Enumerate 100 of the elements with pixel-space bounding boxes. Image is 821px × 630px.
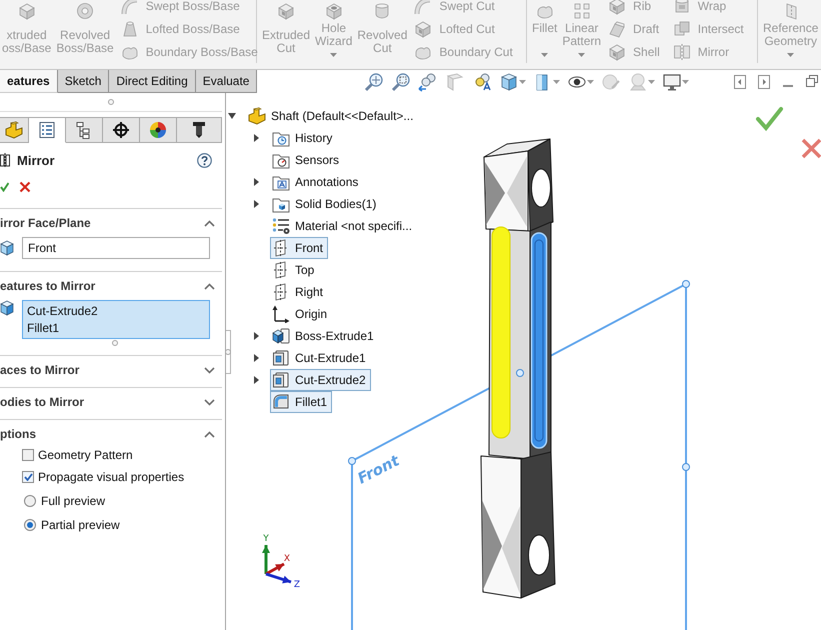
plane-handle[interactable] xyxy=(348,457,356,465)
rounded-block-icon xyxy=(272,393,290,411)
list-item[interactable]: Fillet1 xyxy=(27,320,205,337)
tree-item[interactable]: Cut-Extrude1 xyxy=(270,347,371,369)
radio-label[interactable]: Full preview xyxy=(41,494,106,508)
caret-right-icon[interactable] xyxy=(254,134,258,142)
panel-tab[interactable] xyxy=(177,117,222,143)
axis-label: Y xyxy=(263,534,269,544)
chevron-up-icon[interactable] xyxy=(204,282,215,290)
tree-item[interactable]: Cut-Extrude2 xyxy=(270,369,371,391)
mirrored-halves-icon xyxy=(672,42,691,61)
list-icon xyxy=(38,121,56,139)
list-gear-icon xyxy=(272,217,290,235)
tapered-block-icon xyxy=(120,20,139,38)
help-icon[interactable] xyxy=(197,152,212,168)
panel-right-icon[interactable] xyxy=(758,74,770,88)
tab[interactable]: Direct Editing xyxy=(109,70,196,93)
tree-item[interactable]: Right xyxy=(270,281,328,303)
section-title: eatures to Mirror xyxy=(0,279,96,293)
curved-tube-icon xyxy=(414,0,432,16)
tree-item[interactable]: Boss-Extrude1 xyxy=(270,325,379,347)
tool-bit-icon xyxy=(190,121,208,139)
grip-dot-icon xyxy=(108,99,114,105)
tree-item[interactable]: Top xyxy=(270,259,320,281)
magnifier-icon[interactable] xyxy=(364,72,384,92)
chevron-down-icon[interactable] xyxy=(204,398,215,406)
tree-item[interactable]: Material <not specifi... xyxy=(270,215,418,237)
chevron-up-icon[interactable] xyxy=(204,220,215,226)
crosshair-icon xyxy=(112,121,130,139)
panel-left-icon[interactable] xyxy=(734,74,746,88)
tree-item[interactable]: History xyxy=(270,127,338,149)
tree-item[interactable]: Annotations xyxy=(270,171,364,193)
color-wheel-icon xyxy=(149,121,167,139)
axis-label: X xyxy=(284,554,290,564)
panel-tab[interactable] xyxy=(140,117,177,143)
tree-item[interactable]: Shaft (Default<<Default>... xyxy=(246,105,418,127)
panel-tab[interactable] xyxy=(66,117,103,143)
close-icon[interactable] xyxy=(19,181,31,193)
caret-icon[interactable] xyxy=(682,80,689,84)
binoculars-icon[interactable] xyxy=(418,72,438,92)
wedge-icon xyxy=(608,20,626,38)
caret-right-icon[interactable] xyxy=(254,354,258,362)
hollow-block-icon xyxy=(272,349,290,367)
tab[interactable]: Evaluate xyxy=(196,70,258,93)
tab[interactable]: Sketch xyxy=(58,70,110,93)
radio-label[interactable]: Partial preview xyxy=(41,518,120,532)
caret-right-icon[interactable] xyxy=(254,376,258,384)
input-field[interactable]: Front xyxy=(22,237,210,259)
plane-handle[interactable] xyxy=(682,280,690,288)
plane-handle[interactable] xyxy=(516,369,524,377)
hollow-box-icon xyxy=(414,20,432,38)
caret-icon[interactable] xyxy=(587,80,594,84)
caret-down-icon[interactable] xyxy=(228,113,236,119)
tree-item[interactable]: Origin xyxy=(270,303,332,325)
check-icon[interactable] xyxy=(0,182,9,192)
monitor-icon[interactable] xyxy=(662,72,682,92)
caret-right-icon[interactable] xyxy=(254,178,258,186)
radio-button[interactable] xyxy=(24,519,36,531)
tree-item[interactable]: Sensors xyxy=(270,149,344,171)
check-icon[interactable] xyxy=(756,107,783,132)
magnifier-icon[interactable] xyxy=(391,72,411,92)
plane-handle[interactable] xyxy=(682,463,690,471)
section-title: aces to Mirror xyxy=(0,363,80,377)
caret-icon[interactable] xyxy=(553,80,560,84)
caret-icon[interactable] xyxy=(519,80,526,84)
grip-dot-icon xyxy=(112,340,118,346)
chevron-up-icon[interactable] xyxy=(204,430,215,438)
tree-item[interactable]: Front xyxy=(270,237,328,259)
tab[interactable]: eatures xyxy=(0,70,58,93)
panel-tab[interactable] xyxy=(29,117,66,143)
caret-right-icon[interactable] xyxy=(254,332,258,340)
section-title: ptions xyxy=(0,427,36,441)
close-icon[interactable] xyxy=(801,138,821,159)
list-item[interactable]: Cut-Extrude2 xyxy=(27,303,205,320)
selection-list[interactable]: Cut-Extrude2 Fillet1 xyxy=(22,300,210,339)
curved-tube-icon xyxy=(120,0,139,16)
caret-icon[interactable] xyxy=(648,80,655,84)
cube-icon xyxy=(0,240,14,256)
radio-button[interactable] xyxy=(24,495,36,507)
block-icon xyxy=(5,121,23,139)
chevron-down-icon[interactable] xyxy=(204,366,215,374)
checkbox[interactable] xyxy=(22,471,34,483)
block-icon xyxy=(248,107,266,125)
panel-tab[interactable] xyxy=(103,117,140,143)
cube-icon xyxy=(272,327,290,345)
tree-item[interactable]: Fillet1 xyxy=(270,391,332,413)
hollow-block-icon xyxy=(272,371,290,389)
axes-icon xyxy=(272,305,290,323)
cube-icon[interactable] xyxy=(499,72,519,92)
section-title: odies to Mirror xyxy=(0,395,84,409)
splitter-handle[interactable] xyxy=(226,330,231,374)
checkmark-icon xyxy=(24,473,32,481)
checkbox-label[interactable]: Propagate visual properties xyxy=(38,470,184,484)
caret-right-icon[interactable] xyxy=(254,200,258,208)
hollow-box-icon xyxy=(608,42,626,61)
restore-icon[interactable] xyxy=(806,74,818,88)
checkbox[interactable] xyxy=(22,449,34,461)
checkbox-label[interactable]: Geometry Pattern xyxy=(38,448,133,462)
tree-item[interactable]: Solid Bodies(1) xyxy=(270,193,382,215)
panel-title: Mirror xyxy=(17,152,55,168)
